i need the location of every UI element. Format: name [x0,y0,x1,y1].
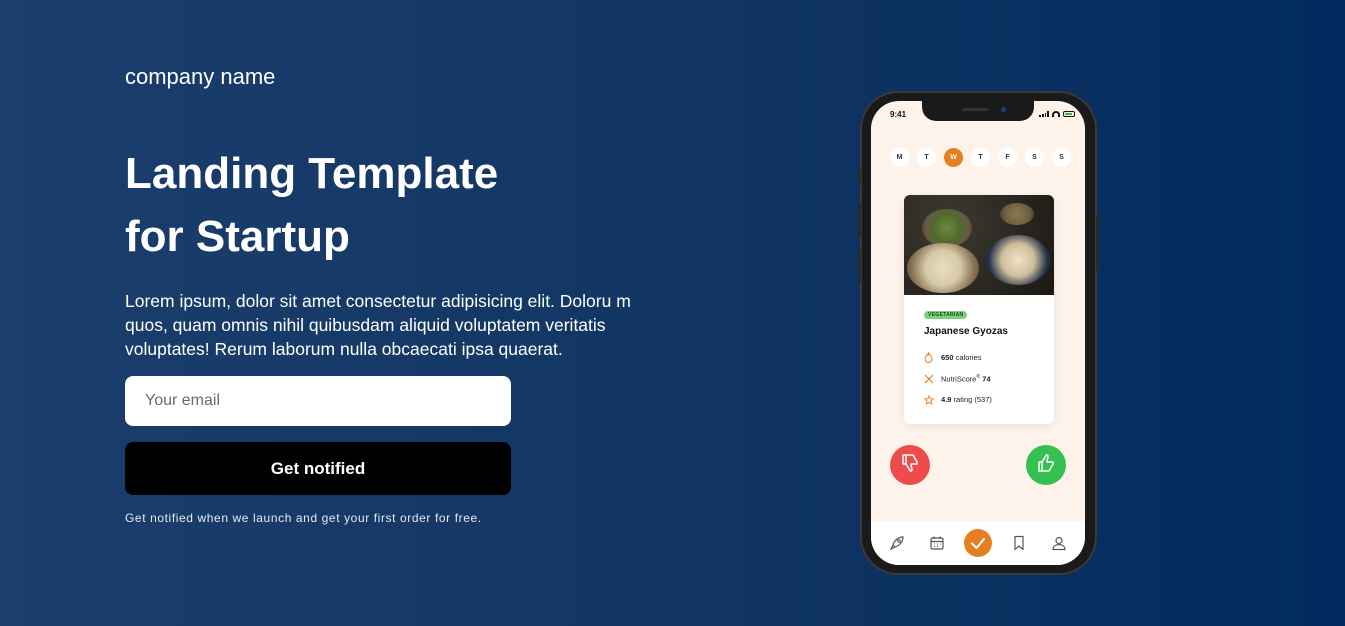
status-icons [1039,111,1075,117]
day-wed[interactable]: W [944,148,963,167]
status-time: 9:41 [890,110,907,119]
bookmark-icon[interactable] [1006,530,1032,556]
mute-switch [858,169,861,185]
dish-name: Japanese Gyozas [924,326,1008,337]
volume-up-button [858,203,861,237]
speaker [962,108,988,111]
phone-notch [922,101,1034,121]
wifi-icon [1052,111,1060,117]
diet-tag: VEGETARIAN [924,311,968,319]
day-sat[interactable]: S [1025,148,1044,167]
calories-stat: 650 calories [923,352,981,363]
star-icon [923,394,934,405]
utensils-icon [923,373,934,384]
day-tue[interactable]: T [917,148,936,167]
day-fri[interactable]: F [998,148,1017,167]
page-title: Landing Template for Startup [125,142,645,268]
hero-description: Lorem ipsum, dolor sit amet consectetur … [125,291,631,359]
signal-icon [1039,111,1049,117]
calories-value: 650 [941,353,954,362]
rating-stat: 4.9 rating (537) [923,394,992,405]
nutriscore-value: 74 [982,374,991,384]
nutriscore-label: NutriScore [941,374,977,384]
rating-label: rating (537) [953,395,992,404]
registered-mark: ® [976,373,981,380]
get-notified-button[interactable]: Get notified [125,442,511,495]
battery-icon [1063,111,1075,117]
day-thu[interactable]: T [971,148,990,167]
day-mon[interactable]: M [890,148,909,167]
phone-tab-bar [871,521,1085,565]
nutriscore-stat: NutriScore® 74 [923,373,991,384]
title-line-1: Landing Template [125,149,499,198]
volume-down-button [858,249,861,283]
rating-value: 4.9 [941,395,952,404]
dislike-button[interactable] [890,445,930,485]
phone-mockup: 9:41 M T W T F S S VEGETARIAN Japanese G… [858,91,1099,575]
check-icon[interactable] [964,529,992,557]
rocket-icon[interactable] [884,530,910,556]
phone-screen: 9:41 M T W T F S S VEGETARIAN Japanese G… [871,101,1085,565]
flame-icon [923,352,934,363]
meal-photo [904,195,1054,295]
meal-card[interactable]: VEGETARIAN Japanese Gyozas 650 calories … [904,195,1054,424]
power-button [1096,215,1099,271]
user-icon[interactable] [1046,530,1072,556]
calories-label: calories [955,353,982,362]
day-sun[interactable]: S [1052,148,1071,167]
day-picker: M T W T F S S [890,148,1071,167]
like-button[interactable] [1026,445,1066,485]
title-line-2: for Startup [125,212,350,261]
company-name: company name [125,64,276,89]
signup-note: Get notified when we launch and get your… [125,511,482,525]
calendar-icon[interactable] [924,530,950,556]
thumbs-down-icon [899,452,921,479]
email-input[interactable] [125,376,511,426]
camera [1001,107,1006,112]
thumbs-up-icon [1035,452,1057,479]
